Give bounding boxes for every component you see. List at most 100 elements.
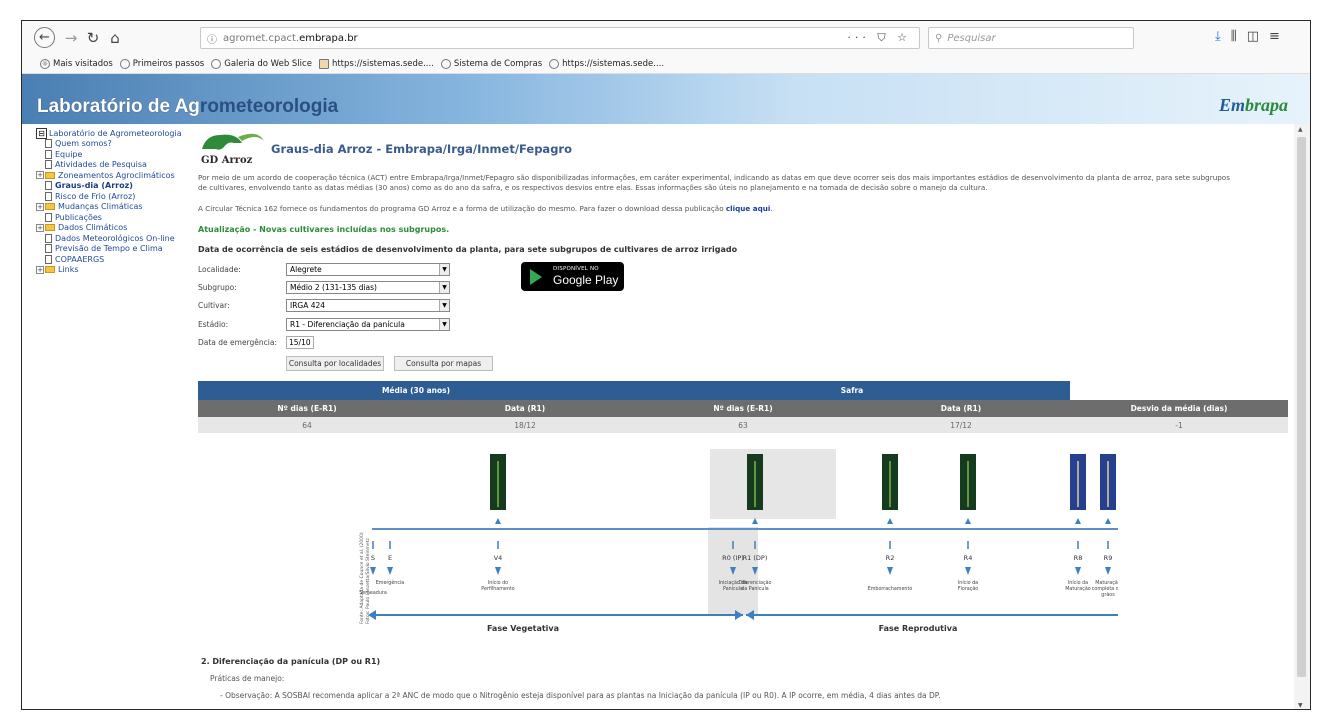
stage-description: completa dos [1092, 586, 1118, 592]
stage-marker: R8 Início daMaturação [1065, 454, 1091, 592]
chevron-down-icon: ▼ [439, 263, 449, 275]
stage-marker: V4 Início doPerfilhamento [481, 454, 515, 592]
bookmark-compras[interactable]: Sistema de Compras [440, 58, 542, 69]
cell-dias-media: 64 [198, 417, 416, 433]
estadio-select[interactable]: R1 - Diferenciação da panícula ▼ [286, 317, 450, 331]
scroll-up-icon[interactable]: ▲ [1298, 126, 1303, 133]
gear-icon: ☼ [40, 58, 50, 69]
col-data-media: Data (R1) [416, 400, 634, 417]
sidebar-item[interactable]: Graus-dia (Arroz) [36, 181, 194, 192]
emergencia-input[interactable]: 15/10 [286, 335, 314, 349]
localidade-select[interactable]: Alegrete ▼ [286, 262, 450, 276]
cultivar-row: Cultivar: IRGA 424 ▼ [198, 298, 450, 312]
page-icon [45, 244, 52, 254]
google-play-badge[interactable]: DISPONÍVEL NO Google Play [521, 262, 624, 291]
sidebar-item-label: Equipe [55, 149, 83, 159]
page-title: Graus-dia Arroz - Embrapa/Irga/Inmet/Fep… [271, 142, 572, 156]
sidebar-item-label: COPAAERGS [55, 254, 105, 264]
stage-description: Início da [1068, 579, 1088, 586]
stage-label: R8 [1074, 554, 1083, 562]
bookmark-sistemas-1[interactable]: https://sistemas.sede.... [318, 58, 434, 69]
bookmark-first-steps[interactable]: Primeiros passos [119, 58, 204, 69]
sidebar-item[interactable]: + Zoneamentos Agroclimáticos [36, 170, 194, 181]
menu-icon[interactable]: ≡ [1269, 29, 1280, 44]
download-link[interactable]: clique aqui [726, 204, 770, 213]
home-icon[interactable]: ⌂ [104, 27, 126, 49]
praticas-label: Práticas de manejo: [210, 674, 285, 683]
sidebar-item-label: Links [58, 265, 79, 275]
sidebar-item-label: Mudanças Climáticas [58, 202, 143, 212]
photo-caption: Fotos: Paulo Lanzetta/Silvio Steinmetz [365, 538, 371, 624]
sidebar-toggle-icon[interactable]: ◫ [1247, 29, 1259, 44]
emergencia-row: Data de emergência: 15/10 [198, 335, 314, 349]
sidebar-item[interactable]: Dados Meteorológicos On-line [36, 233, 194, 244]
update-notice: Atualização - Novas cultivares incluídas… [198, 225, 450, 234]
cultivar-select[interactable]: IRGA 424 ▼ [286, 298, 450, 312]
col-desvio: Desvio da média (dias) [1070, 400, 1288, 417]
scrollbar-thumb[interactable] [1297, 137, 1306, 677]
download-icon[interactable]: ⤓ [1215, 29, 1221, 44]
consulta-mapas-button[interactable]: Consulta por mapas [394, 356, 493, 371]
tree-root-icon: ⊟ [36, 127, 47, 139]
chevron-down-icon: ▼ [439, 318, 449, 330]
info-icon[interactable]: ⓘ [207, 31, 217, 46]
expand-icon[interactable]: + [36, 265, 44, 274]
page-icon [45, 139, 52, 149]
sidebar-item[interactable]: Atividades de Pesquisa [36, 160, 194, 171]
chevron-down-icon: ▼ [439, 281, 449, 293]
library-icon[interactable]: ⫼ [1231, 29, 1237, 44]
sidebar-item[interactable]: COPAAERGS [36, 254, 194, 265]
sidebar-item-label: Atividades de Pesquisa [55, 160, 147, 170]
sidebar-item-label: Zoneamentos Agroclimáticos [58, 170, 175, 180]
expand-icon[interactable]: + [36, 223, 44, 232]
bookmark-sistemas-2[interactable]: https://sistemas.sede.... [549, 58, 664, 69]
sidebar-item[interactable]: Previsão de Tempo e Clima [36, 244, 194, 255]
bookmark-most-visited[interactable]: ☼ Mais visitados [40, 58, 113, 69]
sidebar-item[interactable]: + Mudanças Climáticas [36, 202, 194, 213]
col-dias-media: Nº dias (E-R1) [198, 400, 416, 417]
scroll-down-icon[interactable]: ▼ [1298, 702, 1303, 709]
bookmark-web-slice[interactable]: Galeria do Web Slice [211, 58, 312, 69]
sidebar-item-label: Risco de Frio (Arroz) [55, 191, 136, 201]
stage-label: R1 (DP) [743, 554, 768, 562]
stage-description: da Panícula [741, 585, 769, 592]
consulta-localidades-button[interactable]: Consulta por localidades [286, 356, 384, 371]
cell-data-safra: 17/12 [852, 417, 1070, 433]
sidebar-item-label: Dados Meteorológicos On-line [55, 233, 175, 243]
main-content: GD Arroz Graus-dia Arroz - Embrapa/Irga/… [198, 124, 1292, 709]
subgrupo-row: Subgrupo: Médio 2 (131-135 dias) ▼ [198, 280, 450, 294]
play-icon [530, 269, 542, 285]
forward-icon[interactable]: → [60, 27, 82, 49]
stage-marker: E Emergência [376, 541, 404, 586]
sidebar-item[interactable]: Equipe [36, 149, 194, 160]
col-dias-safra: Nº dias (E-R1) [634, 400, 852, 417]
arrow-down-icon [887, 567, 893, 575]
site-title[interactable]: Laboratório de Agrometeorologia [37, 96, 338, 118]
sidebar-item[interactable]: ⊟ Laboratório de Agrometeorologia [36, 127, 194, 139]
sidebar-item[interactable]: + Links [36, 265, 194, 276]
stage-marker: R2 Emborrachamento [868, 454, 912, 592]
arrow-up-icon [887, 518, 893, 524]
search-input[interactable]: ⚲ Pesquisar [928, 27, 1134, 49]
sidebar-item[interactable]: + Dados Climáticos [36, 223, 194, 234]
chart-icon [318, 58, 329, 69]
back-icon[interactable]: ← [34, 27, 55, 48]
sidebar-item[interactable]: Publicações [36, 212, 194, 223]
stage-marker: R4 Início daFloração [958, 454, 978, 592]
sidebar-item-label: Graus-dia (Arroz) [55, 181, 133, 191]
expand-icon[interactable]: + [36, 171, 44, 180]
embrapa-logo[interactable]: Embrapa [1219, 95, 1288, 116]
section-heading: Data de ocorrência de seis estádios de d… [198, 245, 738, 254]
arrow-down-icon [387, 567, 393, 575]
url-bar[interactable]: ⓘ agromet.cpact. embrapa.br ··· ⛉ ☆ [200, 27, 920, 49]
expand-icon[interactable]: + [36, 202, 44, 211]
fase-vegetativa-label: Fase Vegetativa [487, 624, 559, 633]
reload-icon[interactable]: ↻ [82, 27, 104, 49]
stage-description: Panícula [723, 585, 743, 592]
page-scrollbar[interactable]: ▲ ▼ [1294, 124, 1310, 709]
page-actions-icon[interactable]: ··· ⛉ ☆ [847, 31, 911, 45]
stage-description: Perfilhamento [481, 586, 515, 592]
subgrupo-select[interactable]: Médio 2 (131-135 dias) ▼ [286, 280, 450, 294]
sidebar-item[interactable]: Risco de Frio (Arroz) [36, 191, 194, 202]
sidebar-item[interactable]: Quem somos? [36, 139, 194, 150]
